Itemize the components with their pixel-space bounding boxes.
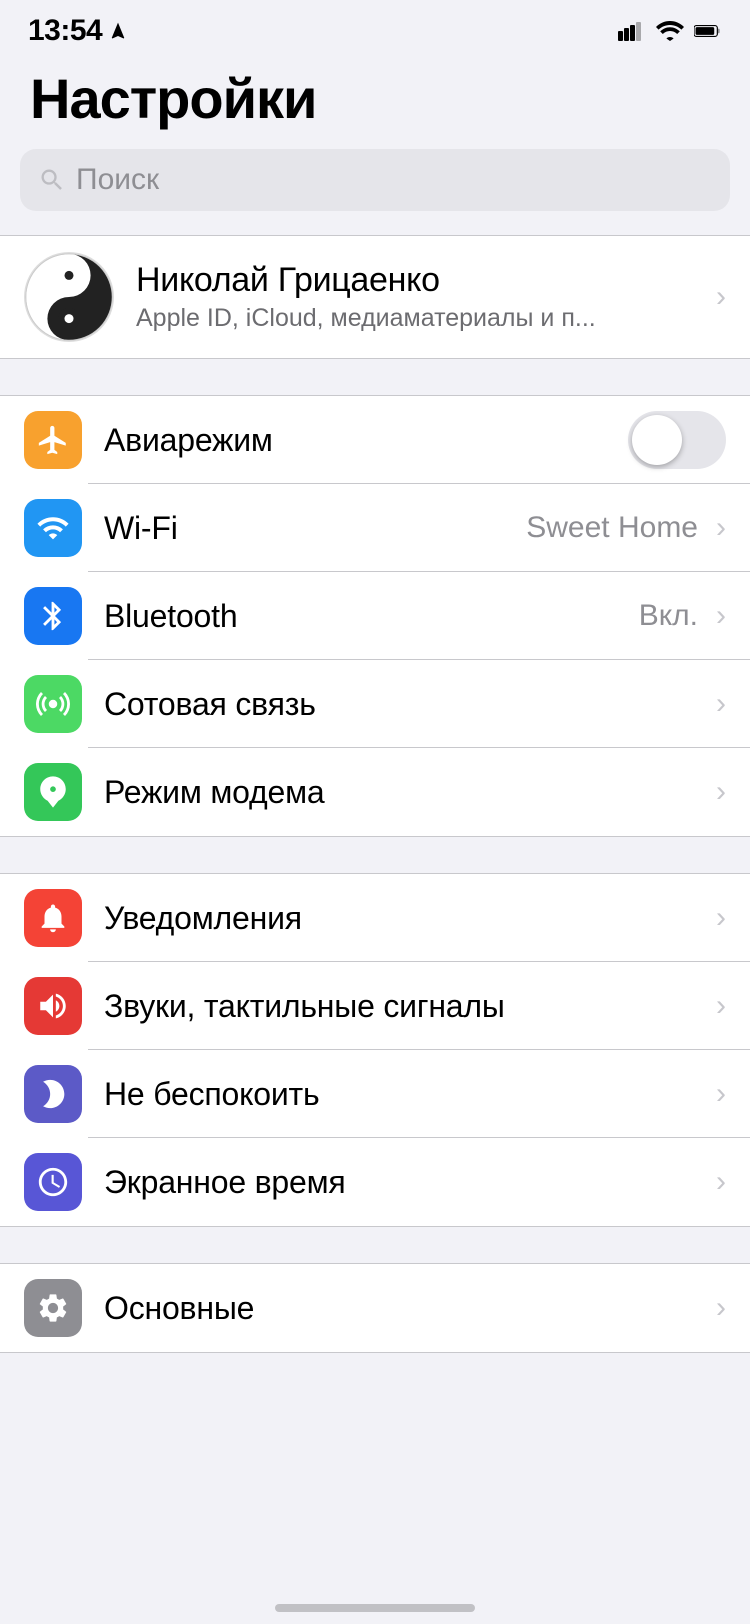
bluetooth-label: Bluetooth xyxy=(104,598,639,635)
notifications-group: Уведомления › Звуки, тактильные сигналы … xyxy=(0,873,750,1227)
hotspot-icon-wrap xyxy=(24,763,82,821)
yinyang-icon xyxy=(24,252,114,342)
bluetooth-icon-wrap xyxy=(24,587,82,645)
screentime-label: Экранное время xyxy=(104,1164,706,1201)
signal-icon xyxy=(618,21,646,41)
wifi-value: Sweet Home xyxy=(526,511,698,545)
notifications-icon xyxy=(36,901,70,935)
cellular-item[interactable]: Сотовая связь › xyxy=(0,660,750,748)
profile-info: Николай Грицаенко Apple ID, iCloud, меди… xyxy=(136,261,706,333)
airplane-toggle[interactable] xyxy=(628,411,726,469)
home-indicator xyxy=(275,1604,475,1612)
gear-icon xyxy=(36,1291,70,1325)
status-icons xyxy=(618,21,722,41)
cellular-chevron: › xyxy=(716,687,726,721)
profile-item[interactable]: Николай Грицаенко Apple ID, iCloud, меди… xyxy=(0,236,750,358)
notifications-chevron: › xyxy=(716,901,726,935)
profile-name: Николай Грицаенко xyxy=(136,261,706,300)
hotspot-icon xyxy=(36,775,70,809)
search-icon xyxy=(38,166,66,194)
general-label: Основные xyxy=(104,1290,706,1327)
profile-group: Николай Грицаенко Apple ID, iCloud, меди… xyxy=(0,235,750,359)
general-group: Основные › xyxy=(0,1263,750,1353)
notifications-icon-wrap xyxy=(24,889,82,947)
donotdisturb-label: Не беспокоить xyxy=(104,1076,706,1113)
sounds-icon-wrap xyxy=(24,977,82,1035)
hotspot-label: Режим модема xyxy=(104,774,706,811)
battery-icon xyxy=(694,21,722,41)
section-gap-2 xyxy=(0,837,750,873)
section-gap-3 xyxy=(0,1227,750,1263)
status-bar: 13:54 xyxy=(0,0,750,56)
bluetooth-item[interactable]: Bluetooth Вкл. › xyxy=(0,572,750,660)
search-bar[interactable]: Поиск xyxy=(20,149,730,211)
wifi-icon xyxy=(36,511,70,545)
search-placeholder: Поиск xyxy=(76,163,159,197)
airplane-icon xyxy=(36,423,70,457)
profile-chevron: › xyxy=(716,280,726,314)
airplane-toggle-knob xyxy=(632,415,682,465)
wifi-icon-wrap xyxy=(24,499,82,557)
sounds-label: Звуки, тактильные сигналы xyxy=(104,988,706,1025)
hotspot-chevron: › xyxy=(716,775,726,809)
connectivity-group: Авиарежим Wi-Fi Sweet Home › Bluetooth В… xyxy=(0,395,750,837)
donotdisturb-item[interactable]: Не беспокоить › xyxy=(0,1050,750,1138)
wifi-status-icon xyxy=(656,21,684,41)
notifications-label: Уведомления xyxy=(104,900,706,937)
time-label: 13:54 xyxy=(28,14,102,48)
airplane-label: Авиарежим xyxy=(104,422,618,459)
status-time: 13:54 xyxy=(28,14,128,48)
page-title: Настройки xyxy=(0,56,750,149)
wifi-item[interactable]: Wi-Fi Sweet Home › xyxy=(0,484,750,572)
screentime-chevron: › xyxy=(716,1165,726,1199)
airplane-mode-item[interactable]: Авиарежим xyxy=(0,396,750,484)
bluetooth-value: Вкл. xyxy=(639,599,698,633)
screentime-item[interactable]: Экранное время › xyxy=(0,1138,750,1226)
profile-subtitle: Apple ID, iCloud, медиаматериалы и п... xyxy=(136,304,706,333)
general-item[interactable]: Основные › xyxy=(0,1264,750,1352)
screentime-icon-wrap xyxy=(24,1153,82,1211)
airplane-icon-wrap xyxy=(24,411,82,469)
section-gap-1 xyxy=(0,359,750,395)
bluetooth-chevron: › xyxy=(716,599,726,633)
location-arrow-icon xyxy=(108,21,128,41)
donotdisturb-chevron: › xyxy=(716,1077,726,1111)
general-chevron: › xyxy=(716,1291,726,1325)
wifi-label: Wi-Fi xyxy=(104,510,526,547)
sounds-chevron: › xyxy=(716,989,726,1023)
sounds-item[interactable]: Звуки, тактильные сигналы › xyxy=(0,962,750,1050)
donotdisturb-icon-wrap xyxy=(24,1065,82,1123)
bluetooth-icon xyxy=(36,599,70,633)
screentime-icon xyxy=(36,1165,70,1199)
sounds-icon xyxy=(36,989,70,1023)
general-icon-wrap xyxy=(24,1279,82,1337)
hotspot-item[interactable]: Режим модема › xyxy=(0,748,750,836)
notifications-item[interactable]: Уведомления › xyxy=(0,874,750,962)
cellular-icon-wrap xyxy=(24,675,82,733)
cellular-label: Сотовая связь xyxy=(104,686,706,723)
profile-avatar xyxy=(24,252,114,342)
wifi-chevron: › xyxy=(716,511,726,545)
cellular-icon xyxy=(36,687,70,721)
moon-icon xyxy=(36,1077,70,1111)
